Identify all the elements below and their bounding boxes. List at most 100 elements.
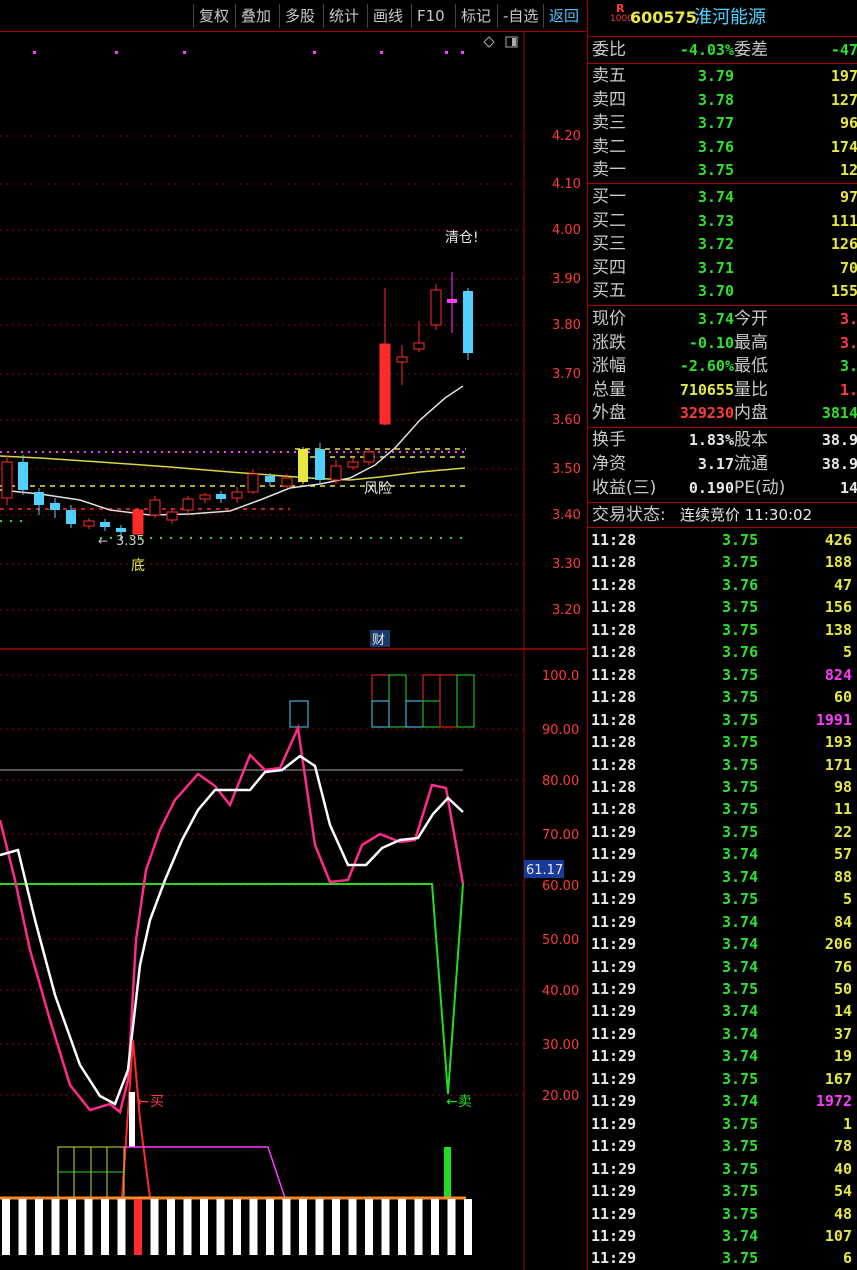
ask-row[interactable]: 卖一 3.75 12	[588, 158, 857, 182]
candle-body	[18, 462, 28, 490]
bottom-label: 底	[131, 558, 145, 574]
price-tick: 3.20	[552, 603, 581, 618]
candlestick-series	[1, 272, 473, 541]
tick-row[interactable]: 11:29 3.74 14	[588, 1000, 857, 1022]
tick-time: 11:28	[591, 620, 637, 639]
candle-body	[199, 494, 211, 500]
tick-row[interactable]: 11:28 3.75 98	[588, 776, 857, 798]
tick-row[interactable]: 11:28 3.75 1991	[588, 709, 857, 731]
bid-row[interactable]: 买四 3.71 70	[588, 256, 857, 280]
tick-row[interactable]: 11:28 3.76 5	[588, 641, 857, 663]
tick-row[interactable]: 11:29 3.74 37	[588, 1023, 857, 1045]
stat-label: 涨幅	[592, 356, 626, 377]
bid-row[interactable]: 买二 3.73 111	[588, 209, 857, 233]
volume-bar	[167, 1199, 175, 1255]
low-price-label: 3.35	[116, 534, 145, 549]
tick-row[interactable]: 11:28 3.75 60	[588, 686, 857, 708]
tick-price: 3.75	[722, 755, 759, 774]
statistics-button[interactable]: 统计	[323, 4, 364, 28]
stat-value: -2.60%	[679, 357, 734, 376]
stat-value: -0.10	[688, 333, 734, 352]
tick-row[interactable]: 11:29 3.74 1972	[588, 1090, 857, 1112]
tick-price: 3.75	[722, 1137, 759, 1156]
tick-time: 11:28	[591, 755, 637, 774]
bid-label: 买四	[592, 257, 626, 278]
price-tick: 3.50	[552, 462, 581, 477]
tick-row[interactable]: 11:29 3.75 40	[588, 1158, 857, 1180]
candle-body	[166, 511, 178, 521]
ask-label: 卖一	[592, 160, 626, 181]
tick-row[interactable]: 11:29 3.74 107	[588, 1225, 857, 1247]
fuquan-button[interactable]: 复权	[193, 4, 234, 28]
multi-stock-button[interactable]: 多股	[279, 4, 320, 28]
tick-time: 11:28	[591, 710, 637, 729]
ratio-row: 委比 -4.03% 委差 -47	[592, 40, 857, 60]
tick-row[interactable]: 11:29 3.74 19	[588, 1045, 857, 1067]
volume-bar	[200, 1199, 208, 1255]
stat-label-2: 量比	[734, 379, 768, 400]
tick-volume: 6	[842, 1249, 852, 1268]
tick-row[interactable]: 11:28 3.75 824	[588, 664, 857, 686]
volume-bar	[101, 1199, 109, 1255]
tick-time: 11:29	[591, 1159, 637, 1178]
buy-spike	[121, 1039, 151, 1199]
tick-row[interactable]: 11:29 3.75 22	[588, 821, 857, 843]
draw-line-button[interactable]: 画线	[367, 4, 408, 28]
tick-row[interactable]: 11:28 3.75 11	[588, 798, 857, 820]
tick-row[interactable]: 11:28 3.75 171	[588, 754, 857, 776]
back-button[interactable]: 返回	[543, 4, 584, 28]
tick-row[interactable]: 11:29 3.75 50	[588, 978, 857, 1000]
tick-time: 11:28	[591, 553, 637, 572]
stat-row: 现价 3.74 今开 3.	[588, 307, 857, 331]
ask-row[interactable]: 卖四 3.78 127	[588, 88, 857, 112]
volume-bar	[18, 1199, 27, 1255]
volume-bar	[348, 1199, 357, 1255]
tick-row[interactable]: 11:28 3.75 193	[588, 731, 857, 753]
tick-row[interactable]: 11:28 3.75 188	[588, 551, 857, 573]
tick-row[interactable]: 11:29 3.75 5	[588, 888, 857, 910]
tick-row[interactable]: 11:29 3.75 48	[588, 1203, 857, 1225]
volume-bar	[299, 1199, 307, 1255]
tick-row[interactable]: 11:29 3.75 78	[588, 1135, 857, 1157]
stat-label: 现价	[592, 309, 626, 329]
f10-button[interactable]: F10	[411, 4, 450, 28]
bid-row[interactable]: 买三 3.72 126	[588, 232, 857, 256]
volume-bar	[365, 1199, 373, 1255]
tick-row[interactable]: 11:29 3.74 57	[588, 843, 857, 865]
candle-body	[265, 476, 275, 482]
bid-row[interactable]: 买一 3.74 97	[588, 185, 857, 209]
diff-value: -47	[830, 41, 857, 59]
tick-row[interactable]: 11:29 3.74 84	[588, 911, 857, 933]
add-favorite-button[interactable]: -自选	[497, 4, 543, 28]
tick-row[interactable]: 11:28 3.76 47	[588, 574, 857, 596]
tick-row[interactable]: 11:29 3.74 206	[588, 933, 857, 955]
tick-row[interactable]: 11:28 3.75 138	[588, 619, 857, 641]
tick-row[interactable]: 11:28 3.75 426	[588, 529, 857, 551]
tick-row[interactable]: 11:29 3.74 76	[588, 956, 857, 978]
tick-volume: 1991	[815, 710, 852, 729]
tick-row[interactable]: 11:29 3.75 54	[588, 1180, 857, 1202]
bid-row[interactable]: 买五 3.70 155	[588, 279, 857, 303]
tick-row[interactable]: 11:28 3.75 156	[588, 596, 857, 618]
ask-row[interactable]: 卖五 3.79 197	[588, 64, 857, 88]
ask-volume: 12	[839, 161, 857, 180]
price-axis: 4.20 4.10 4.00 3.90 3.80 3.70 3.60 3.50 3.40 3.30…	[552, 129, 581, 618]
tick-row[interactable]: 11:29 3.75 1	[588, 1113, 857, 1135]
ask-row[interactable]: 卖三 3.77 96	[588, 111, 857, 135]
overlay-button[interactable]: 叠加	[235, 4, 276, 28]
tick-volume: 84	[833, 912, 852, 931]
mark-button[interactable]: 标记	[455, 4, 496, 28]
chart-window-icons[interactable]	[483, 36, 518, 48]
tick-time: 11:29	[591, 957, 637, 976]
tick-time: 11:29	[591, 935, 637, 954]
tick-price: 3.75	[722, 553, 759, 572]
tick-volume: 88	[833, 867, 852, 886]
tick-row[interactable]: 11:29 3.75 167	[588, 1068, 857, 1090]
kline-chart[interactable]: 4.20 4.10 4.00 3.90 3.80 3.70 3.60 3.50 3.40 3.30…	[0, 32, 586, 1270]
ask-row[interactable]: 卖二 3.76 174	[588, 135, 857, 159]
tick-row[interactable]: 11:29 3.74 88	[588, 866, 857, 888]
tick-row[interactable]: 11:29 3.75 6	[588, 1247, 857, 1269]
top-marker-dots	[33, 51, 464, 54]
ma-yellow-line	[0, 455, 466, 481]
ask-label: 卖四	[592, 89, 626, 110]
